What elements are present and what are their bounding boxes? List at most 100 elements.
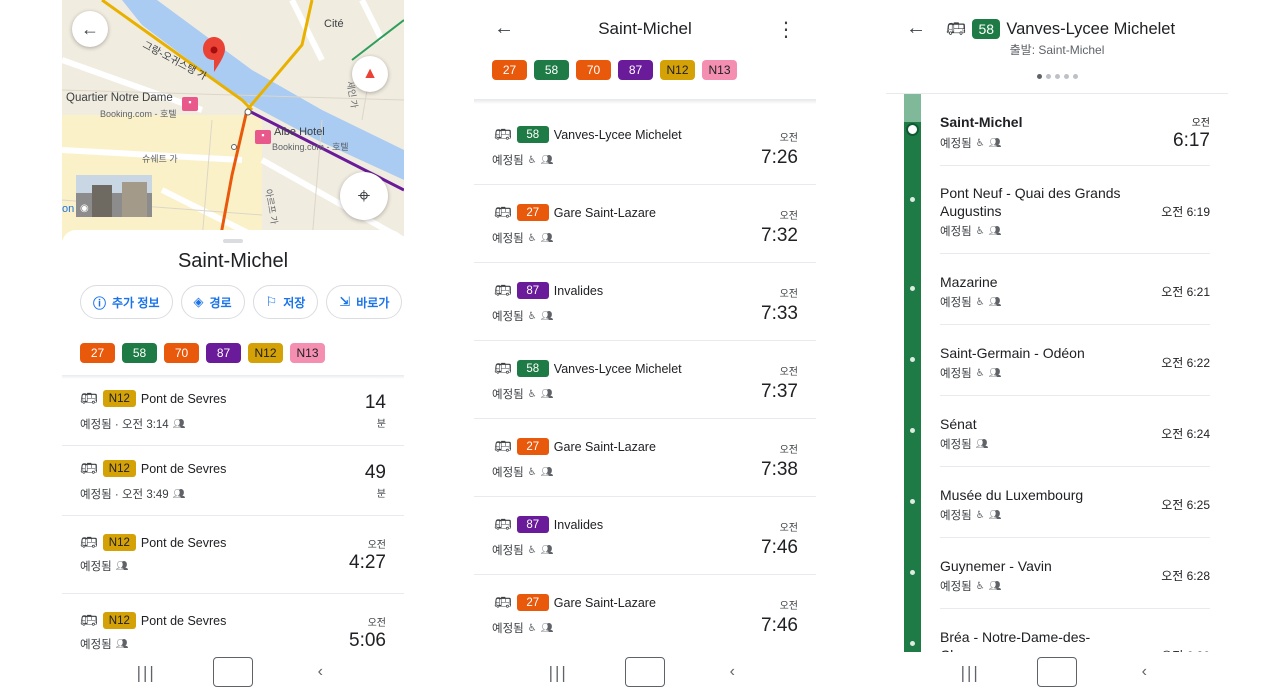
wheelchair-icon: ♿︎	[975, 580, 985, 592]
departure-row[interactable]: 🚌︎ N12 Pont de Sevres 예정됨 · 오전 3:49 👥︎ 49 분	[62, 446, 404, 516]
wheelchair-icon: ♿︎	[975, 296, 985, 308]
crowd-icon: 👥︎	[172, 418, 186, 430]
stop-name: Musée du Luxembourg	[940, 487, 1084, 503]
bus-icon: 🚌︎	[946, 21, 967, 38]
nav-back-icon[interactable]: ‹	[712, 657, 752, 687]
map-label-albe-sub: Booking.com - 호텔	[272, 142, 349, 152]
line-badge-27[interactable]: 27	[80, 343, 115, 363]
line-badge: 87	[516, 516, 549, 533]
line-badge: 58	[516, 126, 549, 143]
ampm-label: 오전	[779, 133, 798, 144]
departure-time: 7:32	[761, 225, 798, 246]
drag-handle[interactable]	[223, 239, 243, 243]
map-label-albe[interactable]: Albe Hotel	[274, 126, 325, 138]
destination: Vanves-Lycee Michelet	[553, 361, 682, 376]
departure-row[interactable]: 🚌︎ 87 Invalides 예정됨 ♿︎ 👥︎ 오전 7:46	[474, 497, 816, 575]
line-badge-70[interactable]: 70	[576, 60, 611, 80]
line-badge-70[interactable]: 70	[164, 343, 199, 363]
crowd-icon: 👥︎	[988, 296, 1002, 308]
destination: Gare Saint-Lazare	[553, 439, 656, 454]
map-label-quartier[interactable]: Quartier Notre Dame	[66, 92, 173, 104]
status-text: 예정됨	[80, 561, 112, 573]
recent-apps-icon[interactable]: |||	[538, 657, 578, 687]
ampm-label: 오전	[367, 618, 386, 629]
departure-row[interactable]: 🚌︎ 27 Gare Saint-Lazare 예정됨 ♿︎ 👥︎ 오전 7:32	[474, 185, 816, 263]
hotel-marker-icon[interactable]: ▪	[255, 130, 271, 144]
bus-icon: 🚌︎	[80, 534, 98, 550]
departures-screen: ← Saint-Michel ⋮ 27 58 70 87 N12 N13 🚌︎ 5…	[474, 0, 816, 692]
origin-subtitle: 출발: Saint-Michel	[1009, 43, 1105, 57]
status-text: 예정됨	[940, 581, 972, 593]
back-button[interactable]: ←	[72, 11, 108, 47]
home-icon[interactable]	[624, 657, 665, 687]
page-indicator	[886, 74, 1228, 79]
line-badge-58[interactable]: 58	[122, 343, 157, 363]
line-badge: N12	[102, 460, 136, 477]
map-label-cite: Cité	[324, 18, 344, 30]
status-text: 예정됨	[940, 226, 972, 238]
save-chip[interactable]: ⚐ 저장	[252, 285, 319, 319]
departure-row[interactable]: 🚌︎ 27 Gare Saint-Lazare 예정됨 ♿︎ 👥︎ 오전 7:46	[474, 575, 816, 653]
line-badge-n12[interactable]: N12	[660, 60, 695, 80]
hotel-marker-icon[interactable]: ▪	[182, 97, 198, 111]
minutes-value: 14	[364, 392, 386, 413]
home-icon[interactable]	[212, 657, 253, 687]
crowd-icon: 👥︎	[988, 509, 1002, 521]
stop-time: 오전 6:22	[1161, 356, 1210, 370]
line-badge-27[interactable]: 27	[492, 60, 527, 80]
stop-row[interactable]: Guynemer - Vavin 예정됨 ♿︎ 👥︎ 오전 6:28	[940, 538, 1210, 609]
stop-row[interactable]: Musée du Luxembourg 예정됨 ♿︎ 👥︎ 오전 6:25	[940, 467, 1210, 538]
departure-row[interactable]: 🚌︎ 58 Vanves-Lycee Michelet 예정됨 ♿︎ 👥︎ 오전 7:3…	[474, 341, 816, 419]
line-badge-87[interactable]: 87	[206, 343, 241, 363]
nav-back-icon[interactable]: ‹	[1124, 657, 1164, 687]
nav-back-icon[interactable]: ‹	[300, 657, 340, 687]
departure-row[interactable]: 🚌︎ N12 Pont de Sevres 예정됨 👥︎ 오전 4:27	[62, 516, 404, 594]
chip-label: 저장	[283, 295, 306, 310]
home-icon[interactable]	[1036, 657, 1077, 687]
crosshair-icon: ⌖	[357, 183, 371, 208]
more-options-icon[interactable]: ⋮	[776, 17, 796, 42]
line-badge-n13[interactable]: N13	[702, 60, 737, 80]
directions-chip[interactable]: ◈ 경로	[180, 285, 245, 319]
trip-detail-screen: ← 🚌︎ 58 Vanves-Lycee Michelet 출발: Saint-…	[886, 0, 1228, 692]
crowd-icon: 👥︎	[540, 154, 554, 166]
wheelchair-icon: ♿︎	[527, 154, 537, 166]
recent-apps-icon[interactable]: |||	[126, 657, 166, 687]
departure-row[interactable]: 🚌︎ 58 Vanves-Lycee Michelet 예정됨 ♿︎ 👥︎ 오전 7:2…	[474, 107, 816, 185]
back-button[interactable]: ←	[906, 17, 926, 40]
stop-row[interactable]: Mazarine 예정됨 ♿︎ 👥︎ 오전 6:21	[940, 254, 1210, 325]
line-badge-87[interactable]: 87	[618, 60, 653, 80]
crowd-icon: 👥︎	[540, 622, 554, 634]
stop-marker	[910, 357, 915, 362]
map-view[interactable]: ← ▲ ⌖ Cité 그랑-오귀스탱 가 Quartier Notre Dame…	[62, 0, 404, 240]
stop-row[interactable]: Sénat 예정됨 👥︎ 오전 6:24	[940, 396, 1210, 467]
minutes-value: 49	[364, 462, 386, 483]
crowd-icon: 👥︎	[115, 638, 129, 650]
line-badge-58[interactable]: 58	[534, 60, 569, 80]
destination: Gare Saint-Lazare	[553, 595, 656, 610]
shortcut-chip[interactable]: ⇲ 바로가	[326, 285, 403, 319]
route-line-passed	[904, 94, 921, 122]
departure-row[interactable]: 🚌︎ 27 Gare Saint-Lazare 예정됨 ♿︎ 👥︎ 오전 7:38	[474, 419, 816, 497]
departure-row[interactable]: 🚌︎ N12 Pont de Sevres 예정됨 · 오전 3:14 👥︎ 14 분	[62, 376, 404, 446]
status-text: 예정됨	[940, 368, 972, 380]
line-badge-n13[interactable]: N13	[290, 343, 325, 363]
action-chips: ⓘ 추가 정보 ◈ 경로 ⚐ 저장 ⇲ 바로가	[80, 285, 403, 319]
departure-row[interactable]: 🚌︎ 87 Invalides 예정됨 ♿︎ 👥︎ 오전 7:33	[474, 263, 816, 341]
recent-apps-icon[interactable]: |||	[950, 657, 990, 687]
street-view-thumbnail[interactable]: ◉	[80, 203, 100, 215]
stop-row[interactable]: Saint-Germain - Odéon 예정됨 ♿︎ 👥︎ 오전 6:22	[940, 325, 1210, 396]
crowd-icon: 👥︎	[988, 225, 1002, 237]
compass-icon: ▲	[362, 65, 378, 82]
stop-row[interactable]: Pont Neuf - Quai des Grands Augustins 예정…	[940, 166, 1210, 254]
line-badge-n12[interactable]: N12	[248, 343, 283, 363]
my-location-button[interactable]: ⌖	[340, 172, 388, 220]
crowd-icon: 👥︎	[988, 367, 1002, 379]
stop-row[interactable]: Saint-Michel 예정됨 ♿︎ 👥︎ 오전 6:17	[940, 95, 1210, 166]
more-info-chip[interactable]: ⓘ 추가 정보	[80, 285, 173, 319]
trip-title: 🚌︎ 58 Vanves-Lycee Michelet	[946, 19, 1175, 39]
bus-icon: 🚌︎	[494, 282, 512, 298]
wheelchair-icon: ♿︎	[527, 232, 537, 244]
stop-name: Saint-Germain - Odéon	[940, 345, 1085, 361]
crowd-icon: 👥︎	[988, 580, 1002, 592]
